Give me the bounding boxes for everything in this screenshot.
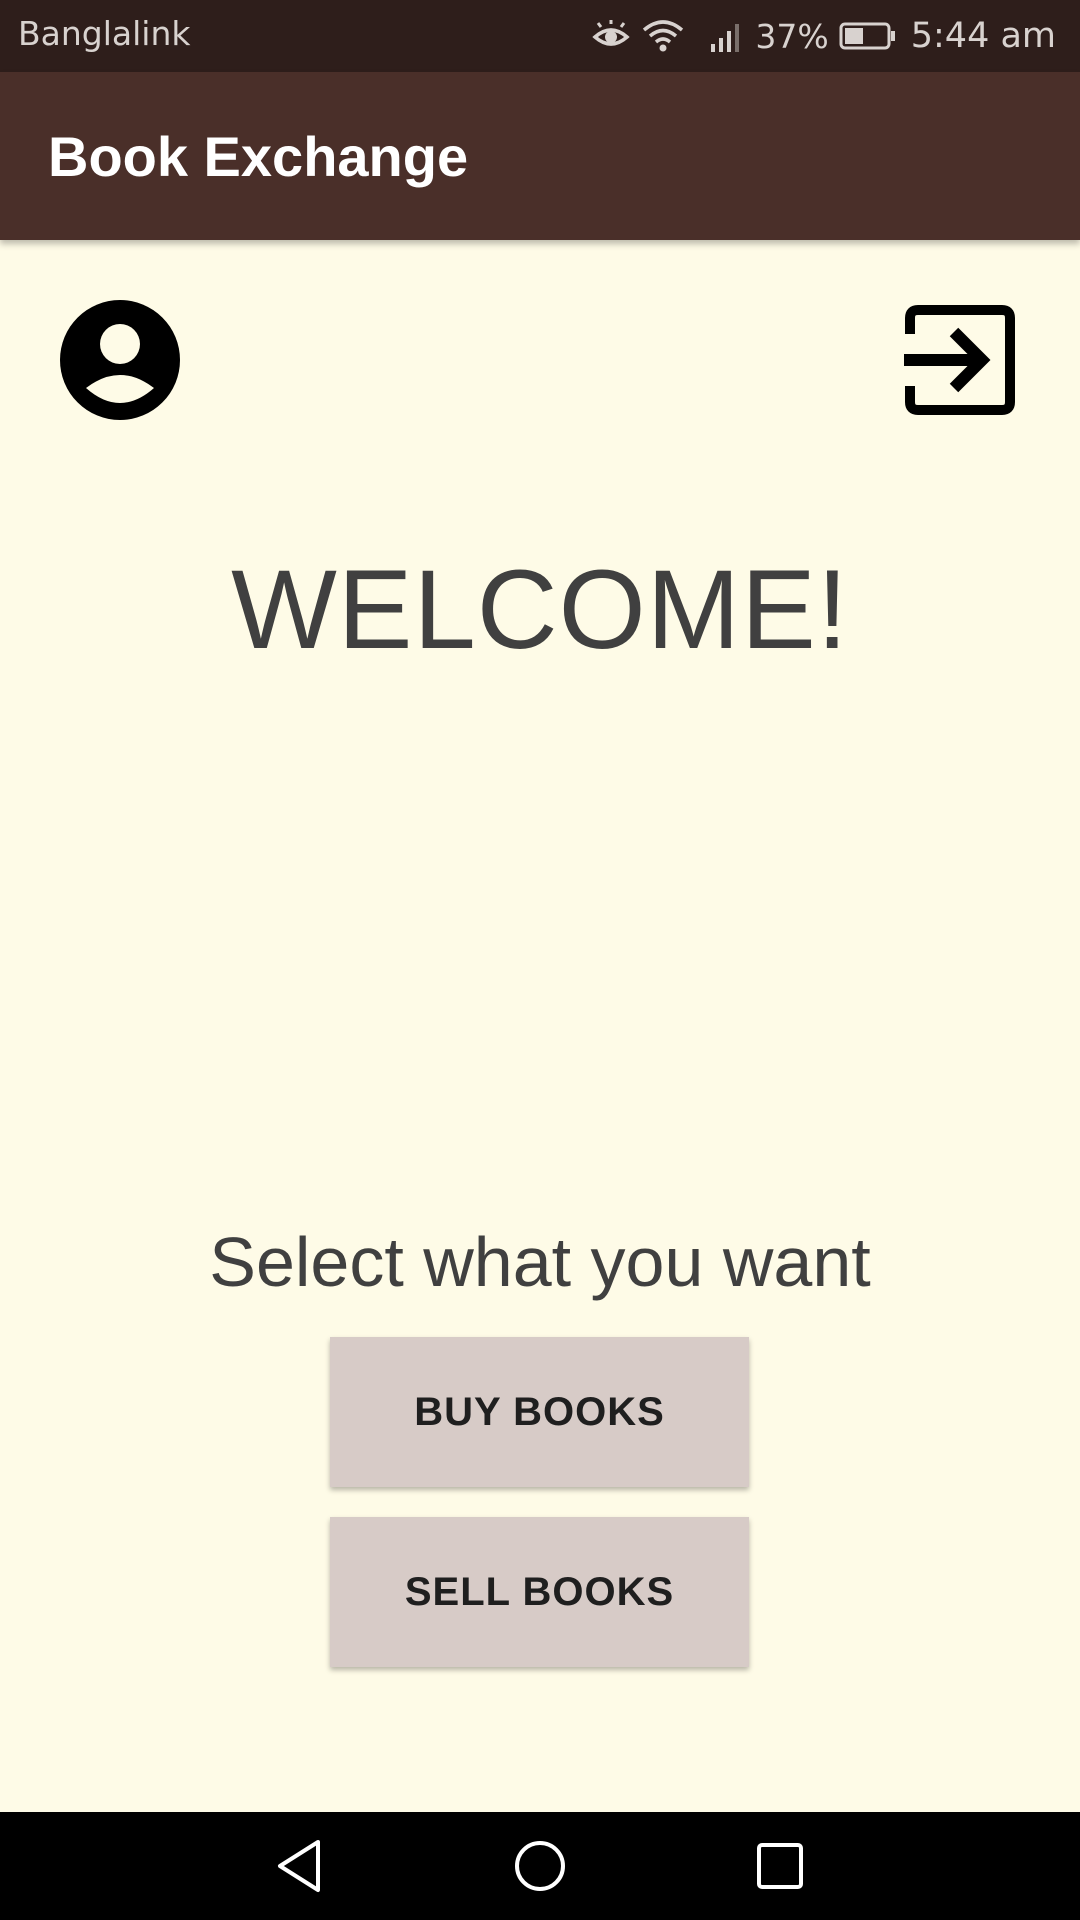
wifi-icon (641, 18, 685, 54)
account-circle-icon[interactable] (60, 300, 180, 420)
clock: 5:44 am (910, 16, 1056, 56)
battery-icon (839, 21, 897, 51)
carrier-name: Banglalink (18, 14, 191, 53)
home-icon[interactable] (510, 1836, 570, 1896)
signal-icon (709, 18, 745, 54)
eye-icon (591, 19, 631, 53)
buy-books-button[interactable]: BUY BOOKS (330, 1337, 749, 1487)
select-prompt: Select what you want (209, 1223, 871, 1301)
back-icon[interactable] (270, 1836, 330, 1896)
navigation-bar (0, 1812, 1080, 1920)
status-bar: Banglalink 37% 5:44 am (0, 0, 1080, 72)
app-title: Book Exchange (48, 125, 469, 188)
screen: Banglalink 37% 5:44 am Book Exchange WEL… (0, 0, 1080, 1920)
sell-books-button[interactable]: SELL BOOKS (330, 1517, 749, 1667)
exit-to-app-icon[interactable] (904, 304, 1016, 416)
battery-percent: 37% (755, 16, 829, 56)
app-bar: Book Exchange (0, 72, 1080, 240)
welcome-heading: WELCOME! (231, 547, 849, 672)
recents-icon[interactable] (750, 1836, 810, 1896)
status-icons: 37% 5:44 am (591, 10, 1056, 62)
